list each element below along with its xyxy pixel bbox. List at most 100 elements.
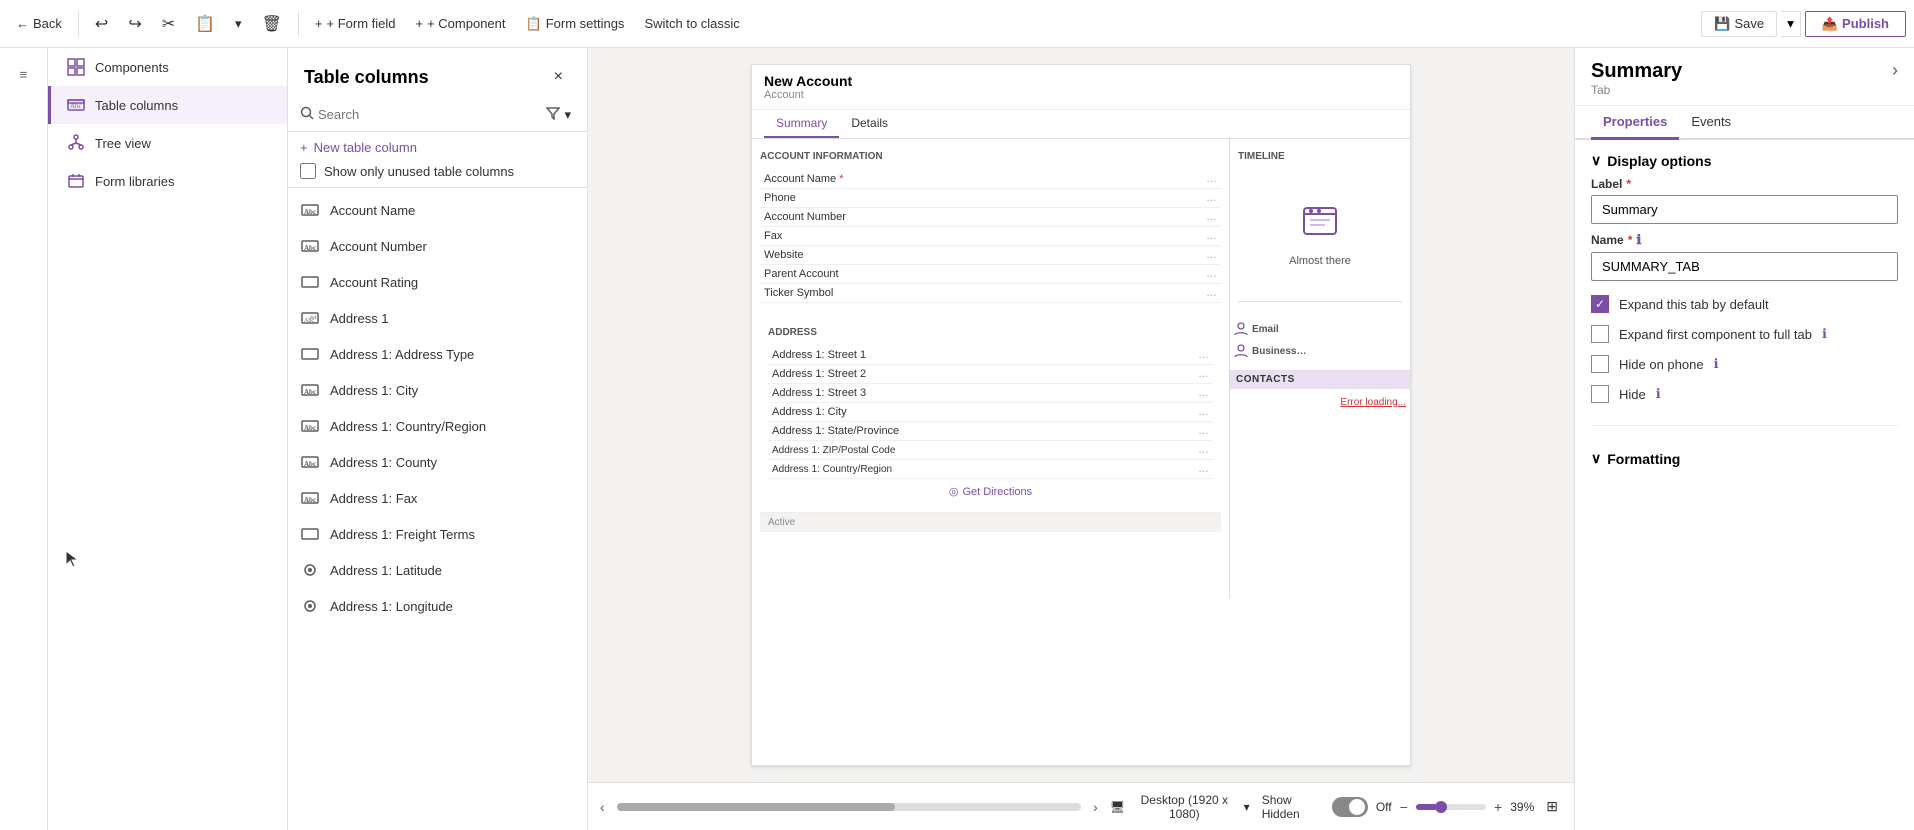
scroll-right-button[interactable]: › [1093, 799, 1098, 815]
name-input[interactable] [1591, 252, 1898, 281]
expand-first-label: Expand first component to full tab [1619, 327, 1812, 342]
undo-button[interactable]: ↩ [87, 10, 116, 38]
form-field-button[interactable]: + + Form field [307, 12, 404, 35]
show-unused-row[interactable]: Show only unused table columns [300, 163, 575, 179]
list-item[interactable]: Abc Account Name [288, 192, 587, 228]
list-item[interactable]: Abcdef Address 1 [288, 300, 587, 336]
address1-longitude-icon [300, 596, 320, 616]
paste-button[interactable]: 📋 [187, 10, 223, 38]
save-icon: 💾 [1714, 16, 1730, 32]
sidebar-item-table-columns[interactable]: Abc Table columns [48, 86, 287, 124]
label-field-label: Label * [1591, 177, 1898, 191]
zoom-in-button[interactable]: + [1494, 799, 1502, 815]
main-toolbar: ← Back ↩ ↪ ✂ 📋 ▾ 🗑 + + Form field + + Co… [0, 0, 1914, 48]
show-unused-checkbox[interactable] [300, 163, 316, 179]
form-left-column: ACCOUNT INFORMATION Account Name * … Pho… [752, 139, 1230, 599]
list-item[interactable]: Address 1: Latitude [288, 552, 587, 588]
hamburger-icon: ≡ [20, 67, 28, 82]
svg-text:Abc: Abc [304, 460, 316, 468]
hide-phone-info-icon[interactable]: ℹ [1714, 356, 1719, 372]
filter-button[interactable]: ▾ [542, 104, 575, 125]
expand-tab-label: Expand this tab by default [1619, 297, 1769, 312]
account-name-icon: Abc [300, 200, 320, 220]
timeline-section: Timeline Almost there [1230, 139, 1410, 314]
scrollbar-thumb [617, 803, 896, 811]
form-settings-button[interactable]: 📋 Form settings [518, 12, 633, 36]
list-item[interactable]: Abc Address 1: City [288, 372, 587, 408]
scroll-left-button[interactable]: ‹ [600, 799, 605, 815]
zoom-slider-track[interactable] [1416, 804, 1486, 810]
address1-address-type-icon [300, 344, 320, 364]
list-item[interactable]: Abc Address 1: County [288, 444, 587, 480]
columns-panel-title: Table columns [304, 67, 429, 88]
new-column-plus-icon: + [300, 140, 308, 155]
list-item[interactable]: Address 1: Address Type [288, 336, 587, 372]
sidebar-item-components[interactable]: Components [48, 48, 287, 86]
new-column-button[interactable]: + New table column [300, 140, 575, 155]
cut-button[interactable]: ✂ [154, 10, 183, 38]
form-tabs: Summary Details [752, 110, 1410, 139]
show-hidden-toggle[interactable] [1332, 797, 1367, 817]
back-button[interactable]: ← Back [8, 12, 70, 35]
form-tab-details[interactable]: Details [839, 110, 900, 138]
right-panel-close-button[interactable]: › [1892, 60, 1898, 81]
main-layout: ≡ Components Abc Table columns Tree view [0, 48, 1914, 830]
list-item[interactable]: Abc Account Number [288, 228, 587, 264]
list-item[interactable]: Address 1: Longitude [288, 588, 587, 624]
address1-city-icon: Abc [300, 380, 320, 400]
formatting-header[interactable]: ∨ Formatting [1591, 442, 1898, 475]
list-item[interactable]: Abc Address 1: Fax [288, 480, 587, 516]
form-tab-summary[interactable]: Summary [764, 110, 839, 138]
switch-classic-button[interactable]: Switch to classic [636, 12, 747, 35]
sidebar-item-components-label: Components [95, 60, 169, 75]
hide-label: Hide [1619, 387, 1646, 402]
display-options-label: Display options [1607, 153, 1711, 169]
hide-checkbox[interactable] [1591, 385, 1609, 403]
hide-phone-checkbox[interactable] [1591, 355, 1609, 373]
columns-panel-close-button[interactable]: × [546, 64, 571, 90]
save-dropdown-button[interactable]: ▾ [1781, 11, 1801, 37]
contacts-section: Email Business… [1230, 314, 1410, 366]
list-item[interactable]: Abc Address 1: Country/Region [288, 408, 587, 444]
address1-latitude-icon [300, 560, 320, 580]
save-button[interactable]: 💾 Save [1701, 11, 1777, 37]
address1-freight-icon [300, 524, 320, 544]
sidebar-item-tree-view[interactable]: Tree view [48, 124, 287, 162]
desktop-view-button[interactable]: 🖥 Desktop (1920 x 1080) ▾ [1110, 793, 1250, 821]
zoom-out-button[interactable]: − [1400, 799, 1408, 815]
timeline-icon [1300, 200, 1340, 247]
account-number-icon: Abc [300, 236, 320, 256]
svg-text:Abc: Abc [304, 424, 316, 432]
name-info-icon[interactable]: ℹ [1636, 232, 1641, 248]
expand-first-info-icon[interactable]: ℹ [1822, 326, 1827, 342]
address1-fax-icon: Abc [300, 488, 320, 508]
publish-button[interactable]: 📤 Publish [1805, 11, 1906, 37]
component-button[interactable]: + + Component [407, 12, 513, 35]
expand-first-checkbox[interactable] [1591, 325, 1609, 343]
error-label: Error loading... [1230, 389, 1410, 412]
delete-button[interactable]: 🗑 [254, 10, 290, 38]
required-star-name: * [1628, 233, 1633, 247]
svg-text:Abc: Abc [304, 388, 316, 396]
tab-properties[interactable]: Properties [1591, 106, 1679, 140]
hamburger-menu-button[interactable]: ≡ [6, 56, 42, 92]
redo-button[interactable]: ↪ [120, 10, 149, 38]
list-item[interactable]: Address 1: Freight Terms [288, 516, 587, 552]
components-icon [67, 58, 85, 76]
canvas-scrollbar[interactable] [617, 803, 1081, 811]
list-item[interactable]: Account Rating [288, 264, 587, 300]
display-options-header[interactable]: ∨ Display options [1591, 152, 1898, 169]
form-settings-icon: 📋 [526, 16, 542, 32]
label-input[interactable] [1591, 195, 1898, 224]
paste-dropdown-button[interactable]: ▾ [227, 12, 250, 36]
expand-first-row: Expand first component to full tab ℹ [1591, 319, 1898, 349]
search-input[interactable] [318, 107, 538, 122]
filter-dropdown-icon: ▾ [564, 107, 571, 123]
label-field-group: Label * [1591, 177, 1898, 224]
expand-tab-checkbox[interactable] [1591, 295, 1609, 313]
tab-events[interactable]: Events [1679, 106, 1743, 140]
fit-to-screen-button[interactable]: ⊞ [1542, 796, 1562, 817]
display-options-section: ∨ Display options Label * Name * [1591, 152, 1898, 409]
sidebar-item-form-libraries[interactable]: Form libraries [48, 162, 287, 200]
hide-info-icon[interactable]: ℹ [1656, 386, 1661, 402]
